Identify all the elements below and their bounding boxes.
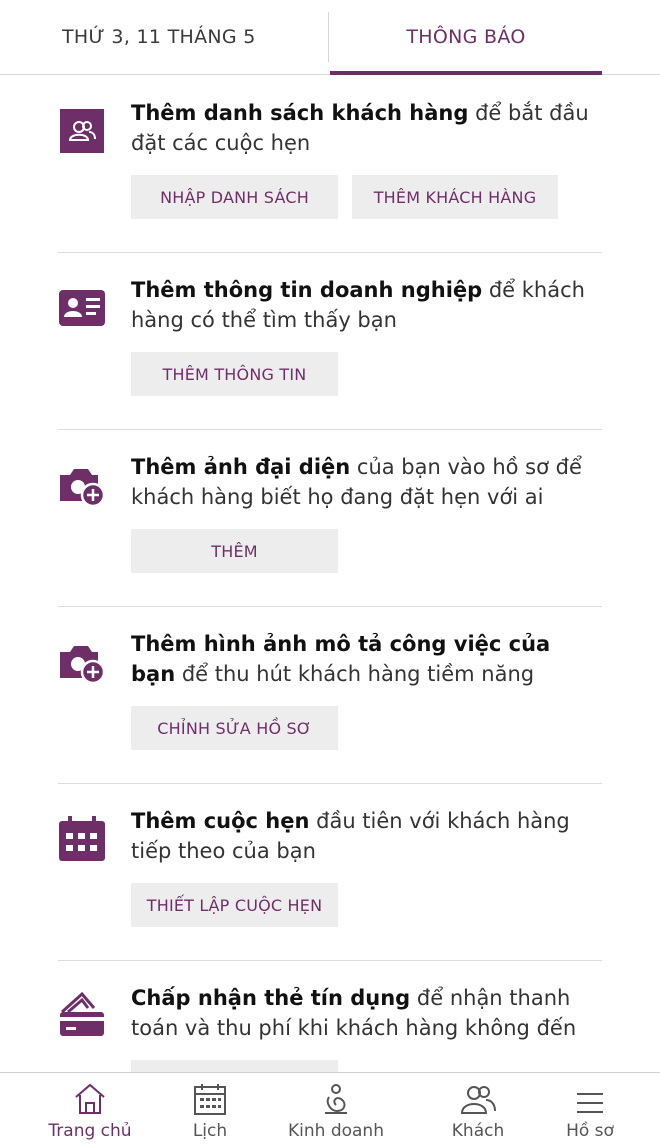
card-body: để thu hút khách hàng tiềm năng: [175, 662, 535, 686]
card-title: Thêm ảnh đại diện: [131, 455, 351, 479]
card-title: Thêm cuộc hẹn: [131, 809, 310, 833]
card-title: Chấp nhận thẻ tín dụng: [131, 986, 411, 1010]
card-add-work-photos: Thêm hình ảnh mô tả công việc của bạn để…: [58, 607, 602, 784]
card-text: Chấp nhận thẻ tín dụng để nhận thanh toá…: [131, 983, 601, 1043]
card-add-business-info: Thêm thông tin doanh nghiệp để khách hàn…: [58, 253, 602, 430]
card-add-profile-photo: Thêm ảnh đại diện của bạn vào hồ sơ để k…: [58, 430, 602, 607]
card-add-client-list: Thêm danh sách khách hàng để bắt đầu đặt…: [58, 76, 602, 253]
add-client-button[interactable]: THÊM KHÁCH HÀNG: [352, 175, 558, 219]
card-actions: [131, 1060, 338, 1072]
nav-label: Trang chủ: [48, 1121, 132, 1141]
business-card-icon: [58, 284, 106, 332]
nav-label: Lịch: [192, 1121, 228, 1141]
card-text: Thêm hình ảnh mô tả công việc của bạn để…: [131, 629, 601, 689]
card-text: Thêm thông tin doanh nghiệp để khách hàn…: [131, 275, 601, 335]
calendar-icon: [194, 1073, 226, 1115]
add-photo-button[interactable]: THÊM: [131, 529, 338, 573]
setup-appointment-button[interactable]: THIẾT LẬP CUỘC HẸN: [131, 883, 338, 927]
calendar-icon: [58, 815, 106, 863]
tab-date[interactable]: THỨ 3, 11 THÁNG 5: [0, 0, 330, 74]
home-icon: [73, 1073, 107, 1115]
clients-icon: [459, 1073, 497, 1115]
card-title: Thêm thông tin doanh nghiệp: [131, 278, 483, 302]
active-tab-indicator: [330, 71, 602, 75]
nav-label: Hồ sơ: [566, 1121, 614, 1141]
credit-card-icon: [58, 990, 106, 1038]
nav-clients[interactable]: Khách: [428, 1073, 528, 1147]
card-actions: NHẬP DANH SÁCH THÊM KHÁCH HÀNG: [131, 175, 558, 219]
add-info-button[interactable]: THÊM THÔNG TIN: [131, 352, 338, 396]
tab-divider: [328, 12, 329, 62]
business-icon: [321, 1073, 351, 1115]
top-tab-bar: THỨ 3, 11 THÁNG 5 THÔNG BÁO: [0, 0, 660, 75]
edit-profile-button[interactable]: CHỈNH SỬA HỒ SƠ: [131, 706, 338, 750]
tab-notifications[interactable]: THÔNG BÁO: [330, 0, 602, 74]
card-title: Thêm danh sách khách hàng: [131, 101, 469, 125]
import-list-button[interactable]: NHẬP DANH SÁCH: [131, 175, 338, 219]
nav-label: Khách: [451, 1121, 505, 1141]
card-actions: THÊM: [131, 529, 338, 573]
notification-feed[interactable]: Thêm danh sách khách hàng để bắt đầu đặt…: [0, 76, 660, 1072]
card-accept-credit-cards: Chấp nhận thẻ tín dụng để nhận thanh toá…: [58, 961, 602, 1072]
menu-icon: [576, 1073, 604, 1115]
clients-icon: [58, 107, 106, 155]
nav-label: Kinh doanh: [288, 1121, 384, 1141]
card-actions: THÊM THÔNG TIN: [131, 352, 338, 396]
card-text: Thêm danh sách khách hàng để bắt đầu đặt…: [131, 98, 601, 158]
add-photo-icon: [58, 461, 106, 509]
accept-cards-button[interactable]: [131, 1060, 338, 1072]
nav-home[interactable]: Trang chủ: [40, 1073, 140, 1147]
add-photo-icon: [58, 638, 106, 686]
nav-calendar[interactable]: Lịch: [170, 1073, 250, 1147]
card-text: Thêm cuộc hẹn đầu tiên với khách hàng ti…: [131, 806, 601, 866]
bottom-navigation: Trang chủ Lịch Kinh doanh Khách Hồ sơ: [0, 1072, 660, 1146]
nav-profile[interactable]: Hồ sơ: [550, 1073, 630, 1147]
card-add-appointment: Thêm cuộc hẹn đầu tiên với khách hàng ti…: [58, 784, 602, 961]
card-text: Thêm ảnh đại diện của bạn vào hồ sơ để k…: [131, 452, 601, 512]
nav-business[interactable]: Kinh doanh: [276, 1073, 396, 1147]
card-actions: THIẾT LẬP CUỘC HẸN: [131, 883, 338, 927]
card-actions: CHỈNH SỬA HỒ SƠ: [131, 706, 338, 750]
